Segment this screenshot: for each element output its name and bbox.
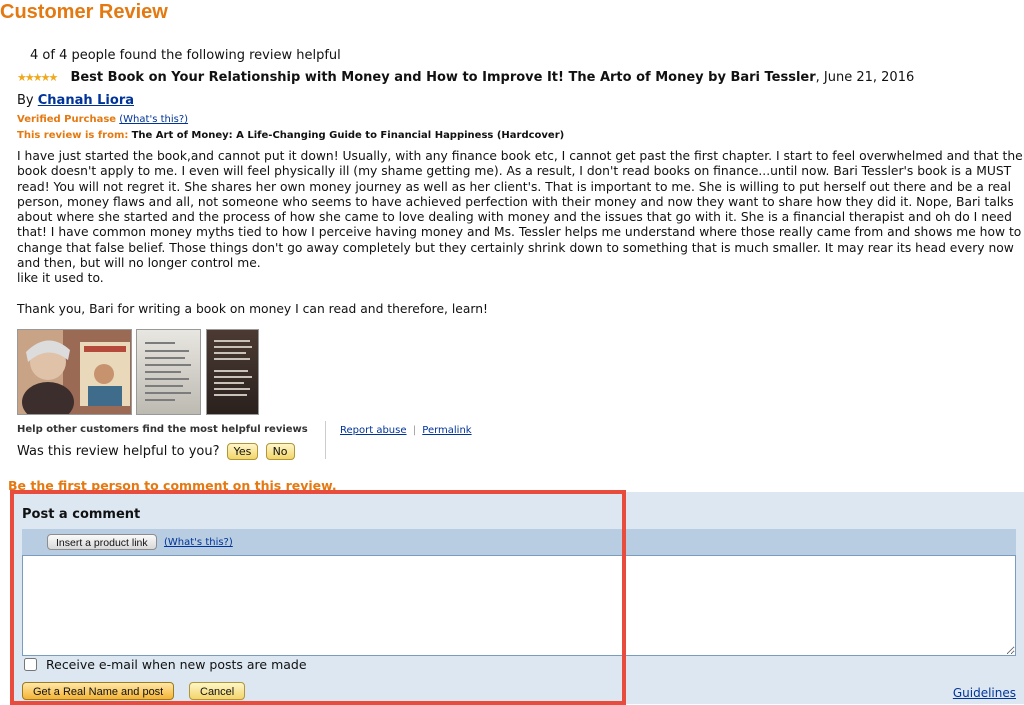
- verified-purchase-label: Verified Purchase: [17, 114, 117, 125]
- divider: [325, 421, 326, 459]
- comment-textarea[interactable]: [22, 555, 1016, 656]
- review-text-tail: like it used to.: [17, 271, 104, 286]
- author-link[interactable]: Chanah Liora: [38, 93, 134, 108]
- insert-product-link-button[interactable]: Insert a product link: [47, 534, 157, 550]
- review-links: Report abuse | Permalink: [340, 425, 472, 436]
- helpful-prompt: Help other customers find the most helpf…: [17, 424, 308, 435]
- email-notify-row[interactable]: Receive e-mail when new posts are made: [24, 657, 307, 672]
- review-headline-row: ★★★★★ Best Book on Your Relationship wit…: [17, 70, 914, 85]
- review-image-contents[interactable]: [136, 329, 201, 415]
- helpful-no-button[interactable]: No: [265, 443, 295, 460]
- email-notify-checkbox[interactable]: [24, 658, 37, 671]
- review-text: I have just started the book,and cannot …: [17, 149, 1023, 271]
- helpful-question-row: Was this review helpful to you? Yes No: [17, 443, 295, 460]
- page-title: Customer Review: [0, 1, 168, 23]
- cancel-button[interactable]: Cancel: [189, 682, 246, 700]
- report-abuse-link[interactable]: Report abuse: [340, 425, 407, 436]
- photo-icon: [18, 330, 131, 414]
- product-name: The Art of Money: A Life-Changing Guide …: [131, 130, 565, 141]
- review-from-row: This review is from: The Art of Money: A…: [17, 130, 564, 141]
- post-comment-title: Post a comment: [22, 507, 141, 522]
- whats-this-link-product[interactable]: (What's this?): [164, 537, 233, 548]
- email-notify-label: Receive e-mail when new posts are made: [46, 657, 307, 672]
- review-image-page[interactable]: [206, 329, 259, 415]
- post-comment-button[interactable]: Get a Real Name and post: [22, 682, 175, 700]
- helpful-count: 4 of 4 people found the following review…: [30, 48, 341, 63]
- review-headline: Best Book on Your Relationship with Mone…: [70, 70, 816, 85]
- review-body: I have just started the book,and cannot …: [17, 149, 1024, 317]
- permalink-link[interactable]: Permalink: [422, 425, 471, 436]
- review-from-label: This review is from:: [17, 130, 129, 141]
- review-thanks: Thank you, Bari for writing a book on mo…: [17, 301, 488, 316]
- guidelines-link[interactable]: Guidelines: [953, 686, 1016, 700]
- review-image-photo[interactable]: [17, 329, 132, 415]
- helpful-yes-button[interactable]: Yes: [226, 443, 259, 460]
- byline: By Chanah Liora: [17, 93, 134, 108]
- first-comment-prompt: Be the first person to comment on this r…: [8, 478, 337, 493]
- helpful-question: Was this review helpful to you?: [17, 444, 220, 459]
- link-separator: |: [412, 425, 417, 436]
- whats-this-link[interactable]: (What's this?): [119, 114, 188, 125]
- star-rating-icon: ★★★★★: [17, 71, 58, 84]
- verified-purchase-row: Verified Purchase (What's this?): [17, 114, 188, 125]
- review-date: , June 21, 2016: [815, 70, 915, 85]
- by-label: By: [17, 93, 34, 108]
